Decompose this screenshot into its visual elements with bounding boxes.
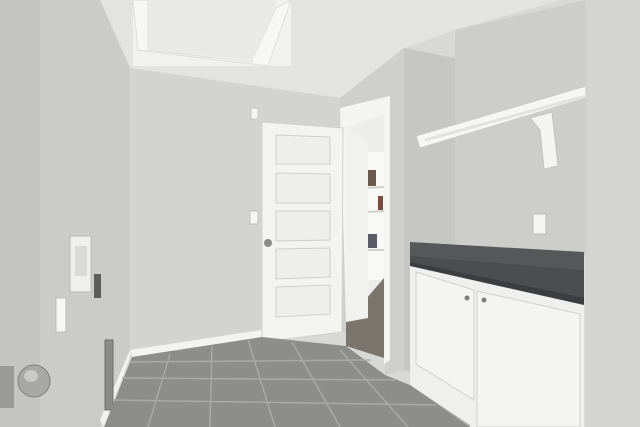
- left-wall-shade: [0, 0, 40, 427]
- door-panel-5: [275, 284, 331, 318]
- closet-doorway: [340, 96, 390, 364]
- closet-wall-left: [346, 128, 368, 322]
- light-switch-left: [55, 297, 67, 333]
- cabinet-knob-right: [481, 297, 487, 303]
- wall-outlet-right: [532, 213, 547, 235]
- dryer-power-outlet: [104, 339, 114, 411]
- wall-outlet-left: [94, 274, 101, 298]
- door-knob: [264, 239, 272, 247]
- right-end-wall: [586, 0, 640, 427]
- knob-highlight: [24, 370, 38, 382]
- shelf-item-1: [368, 170, 376, 186]
- shelf-line-1: [365, 186, 385, 189]
- door-panel-1: [275, 134, 331, 165]
- left-wall: [0, 0, 130, 427]
- door-panel-3: [275, 210, 331, 242]
- knob-rose: [0, 366, 14, 408]
- light-switch-back: [249, 210, 259, 225]
- smoke-detector: [250, 107, 259, 120]
- room-illustration: [0, 0, 640, 427]
- cabinet-knob-left: [464, 295, 470, 301]
- door-panel-4: [275, 247, 331, 280]
- base-cabinet: [410, 242, 584, 427]
- shelf-item-3: [368, 234, 377, 248]
- shelf-line-2: [365, 210, 385, 213]
- shelf-item-2: [378, 196, 383, 210]
- dryer-vent-opening: [75, 246, 87, 276]
- cabinet-door-right: [476, 290, 581, 427]
- open-door: [261, 121, 344, 343]
- door-panel-2: [275, 172, 331, 204]
- laundry-room-photo: [0, 0, 640, 427]
